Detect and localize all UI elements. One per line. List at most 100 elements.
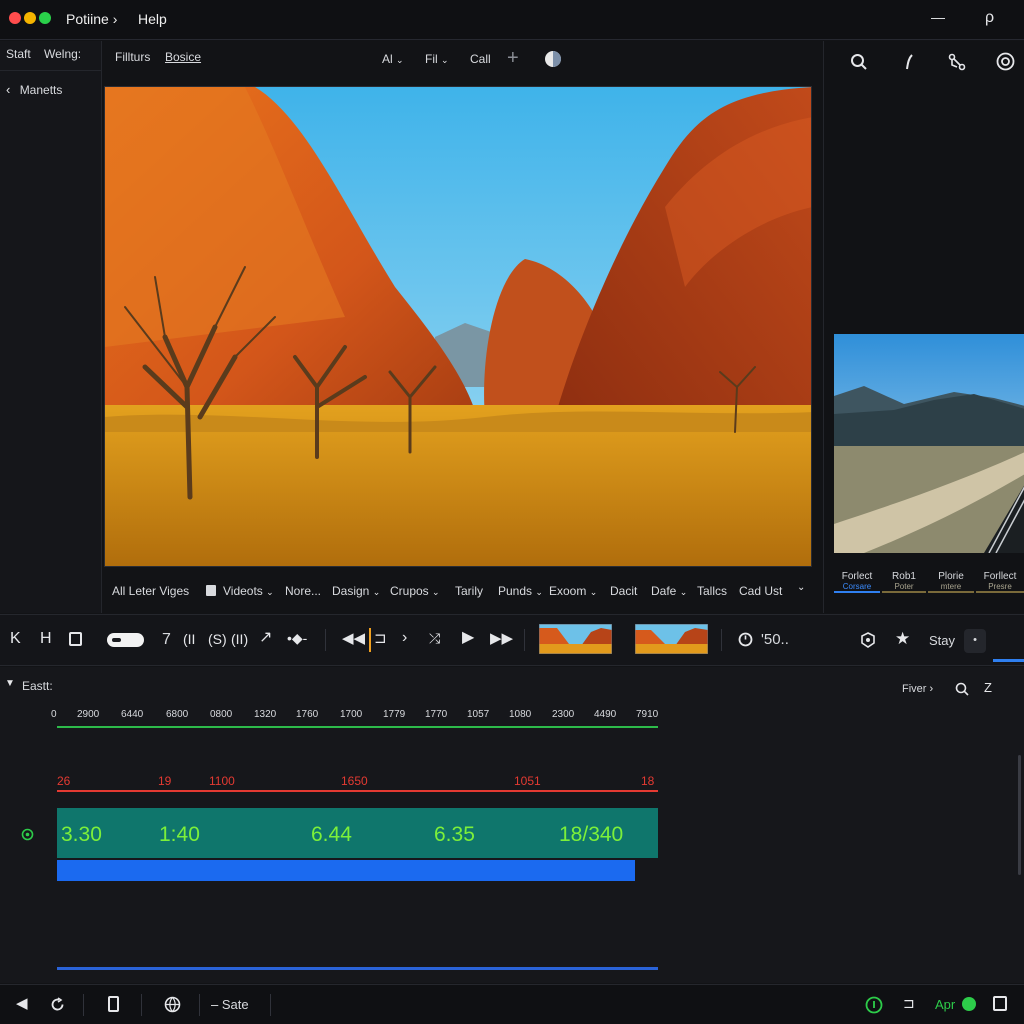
marker-row: 26 19 1100 1650 1051 18 xyxy=(57,774,658,788)
menu-item-all-leter-viges[interactable]: All Leter Viges xyxy=(112,584,189,598)
stay-button[interactable]: Stay xyxy=(929,633,955,648)
menu-item-crupos[interactable]: Crupos ⌄ xyxy=(390,584,440,598)
clip-value: 3.30 xyxy=(61,823,102,846)
notes-icon[interactable] xyxy=(993,996,1007,1011)
divider xyxy=(199,994,200,1016)
brush-icon[interactable] xyxy=(900,53,918,71)
tab-filters[interactable]: Fillturs xyxy=(115,50,150,64)
play-icon[interactable]: ▶ xyxy=(462,630,474,646)
globe-icon[interactable] xyxy=(164,996,181,1013)
user-icon[interactable]: ρ xyxy=(985,10,994,26)
search-icon[interactable] xyxy=(850,53,868,71)
clip-thumb-1[interactable] xyxy=(539,624,612,654)
marker-label[interactable]: 19 xyxy=(158,774,171,788)
marker-label[interactable]: 1051 xyxy=(514,774,541,788)
shuffle-icon[interactable]: ⤮ xyxy=(429,631,440,645)
menu-item-dasign[interactable]: Dasign ⌄ xyxy=(332,584,380,598)
chevron-right-icon: › xyxy=(929,683,934,695)
marker-label[interactable]: 26 xyxy=(57,774,70,788)
menu-item-tarily[interactable]: Tarily xyxy=(455,584,483,598)
keyframe-icon[interactable]: •◆- xyxy=(287,631,307,645)
sync-status-icon[interactable] xyxy=(865,996,883,1014)
ruler-tick: 6440 xyxy=(121,709,144,720)
device-icon[interactable] xyxy=(108,996,119,1012)
trim-icon[interactable]: ⊐ xyxy=(374,631,387,646)
timeline-scrollbar[interactable] xyxy=(57,967,658,970)
al-dropdown[interactable]: Al ⌄ xyxy=(382,52,404,66)
close-window-button[interactable] xyxy=(9,12,21,24)
ruler-tick: 2300 xyxy=(552,709,575,720)
shield-icon[interactable] xyxy=(860,632,876,648)
zoom-window-button[interactable] xyxy=(39,12,51,24)
chevron-left-icon: ‹ xyxy=(6,82,11,97)
menu-item-punds[interactable]: Punds ⌄ xyxy=(498,584,543,598)
audio-levels-icon[interactable]: (II xyxy=(183,632,195,646)
right-panel-tabs: Forlect Corsare Rob1 Poter Plorie mtere … xyxy=(834,571,1024,605)
fast-forward-icon[interactable]: ▶▶ xyxy=(490,631,513,646)
clip-thumb-2[interactable] xyxy=(635,624,708,654)
help-menu[interactable]: Help xyxy=(138,11,167,27)
vertical-scrollbar[interactable] xyxy=(1018,755,1021,875)
menu-item-cad-ust[interactable]: Cad Ust xyxy=(739,584,782,598)
back-arrow-icon[interactable]: ◀ xyxy=(16,996,28,1011)
search-icon[interactable] xyxy=(955,682,969,696)
tab-plorie[interactable]: Plorie mtere xyxy=(928,571,974,593)
refresh-icon[interactable] xyxy=(50,997,65,1012)
rewind-icon[interactable]: ◀◀ xyxy=(342,631,365,646)
star-icon[interactable]: ★ xyxy=(895,630,910,647)
expand-arrow-icon[interactable]: ↗ xyxy=(259,630,272,646)
menu-item-dafe[interactable]: Dafe ⌄ xyxy=(651,584,687,598)
app-menu[interactable]: Potiine › xyxy=(66,11,117,27)
collapse-triangle-icon[interactable]: ▼ xyxy=(5,679,15,689)
menu-item-exoom[interactable]: Exoom ⌄ xyxy=(549,584,597,598)
track-enable-icon[interactable] xyxy=(21,828,34,841)
marker-label[interactable]: 1650 xyxy=(341,774,368,788)
go-start-icon[interactable]: K xyxy=(10,631,21,647)
chevron-down-icon[interactable]: ⌄ xyxy=(797,583,805,593)
menu-item-more[interactable]: Nore... xyxy=(285,584,321,598)
tab-forlect[interactable]: Forlect Corsare xyxy=(834,571,880,593)
menu-item-dacit[interactable]: Dacit xyxy=(610,584,637,598)
transport-bar: K H 7 (II (S) (II) ↗ •◆- ◀◀ ⊐ › ⤮ ▶ ▶▶ '… xyxy=(0,614,1024,666)
tab-label: Forllect xyxy=(983,571,1017,582)
playhead-marker[interactable] xyxy=(369,628,371,652)
sate-button[interactable]: – Sate xyxy=(211,997,249,1012)
add-icon[interactable]: + xyxy=(507,48,519,68)
divider xyxy=(270,994,271,1016)
menu-item-tallcs[interactable]: Tallcs xyxy=(697,584,727,598)
marker-label[interactable]: 18 xyxy=(641,774,654,788)
minimize-icon[interactable]: — xyxy=(931,10,945,24)
chevron-down-icon: ⌄ xyxy=(589,587,598,597)
back-item[interactable]: ‹ Manetts xyxy=(6,83,62,97)
step-forward-icon[interactable]: › xyxy=(402,630,407,646)
nodes-icon[interactable] xyxy=(948,53,966,71)
clipboard-icon[interactable] xyxy=(69,632,82,646)
tab-welng[interactable]: Welng: xyxy=(44,47,81,61)
timer-icon[interactable] xyxy=(738,632,753,647)
filter-dropdown[interactable]: Fiver › xyxy=(902,683,933,695)
target-icon[interactable] xyxy=(996,52,1015,71)
waveform-icon[interactable]: (II) xyxy=(231,632,248,646)
enter-icon[interactable]: ⊐ xyxy=(903,996,915,1010)
split-icon[interactable]: H xyxy=(40,631,52,647)
marker-label[interactable]: 1100 xyxy=(209,774,235,788)
chevron-down-icon: ⌄ xyxy=(372,587,381,597)
contrast-icon[interactable] xyxy=(544,50,562,68)
tab-label: Forlect xyxy=(841,571,873,582)
video-clip[interactable]: 3.30 1:40 6.44 6.35 18/340 xyxy=(57,808,658,858)
minimize-window-button[interactable] xyxy=(24,12,36,24)
tab-rob1[interactable]: Rob1 Poter xyxy=(882,571,926,593)
zoom-icon[interactable]: Z xyxy=(984,681,992,694)
menu-item-videots[interactable]: Videots ⌄ xyxy=(223,584,274,598)
fil-dropdown[interactable]: Fil ⌄ xyxy=(425,52,449,66)
toggle-switch[interactable] xyxy=(107,633,144,647)
tab-basics[interactable]: Bosice xyxy=(165,50,201,64)
clip-thumbnail[interactable] xyxy=(834,334,1024,553)
sync-icon[interactable]: (S) xyxy=(208,632,227,646)
image-viewer[interactable] xyxy=(104,86,812,567)
tab-staft[interactable]: Staft xyxy=(6,47,31,61)
audio-clip[interactable] xyxy=(57,860,635,881)
more-button[interactable]: • xyxy=(964,629,986,653)
tab-forllect[interactable]: Forllect Presre xyxy=(976,571,1024,593)
call-button[interactable]: Call xyxy=(470,52,491,66)
